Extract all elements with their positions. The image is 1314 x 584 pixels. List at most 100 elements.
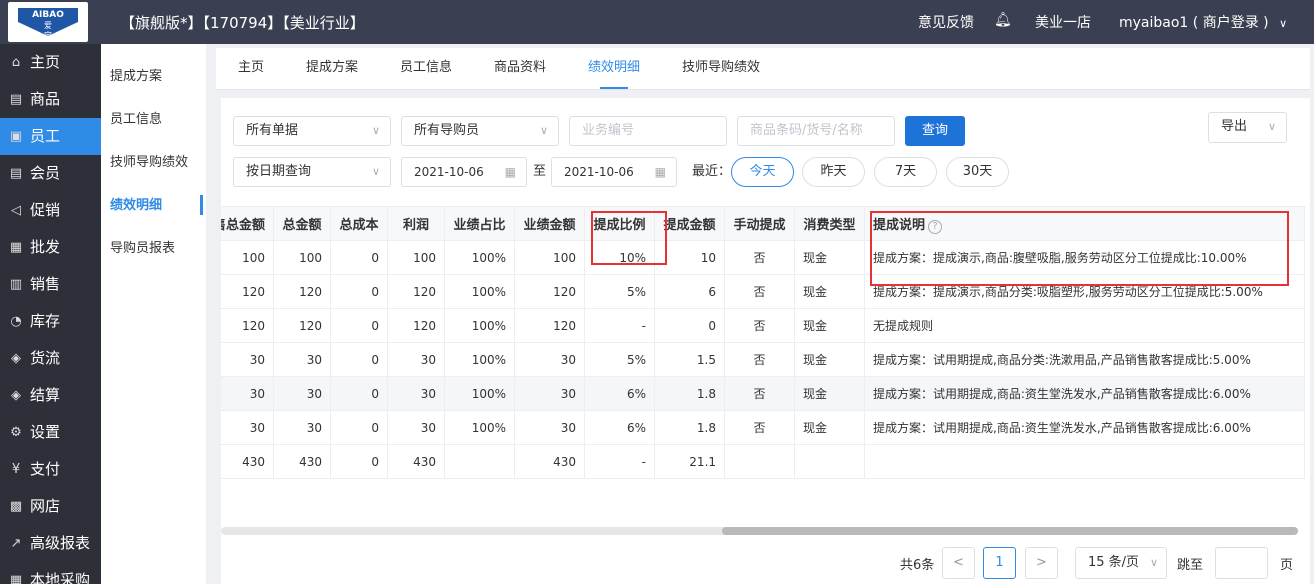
table-cell: 0	[330, 308, 389, 343]
sidebar-item-2[interactable]: ▣ 员工	[0, 118, 101, 155]
subnav-item-0[interactable]: 提成方案	[101, 55, 206, 98]
table-cell: 5%	[584, 342, 656, 377]
calendar-icon: ▦	[654, 165, 666, 179]
quick-date-button-2[interactable]: 7天	[874, 157, 937, 187]
table-cell	[444, 444, 516, 479]
table-cell: -	[584, 444, 656, 479]
column-header-label: 业绩金额	[523, 218, 576, 233]
sidebar-item-7[interactable]: ◔ 库存	[0, 303, 101, 340]
table-cell: 提成方案：试用期提成,商品:资生堂洗发水,产品销售散客提成比:6.00%	[864, 410, 1306, 445]
subnav-item-2[interactable]: 技师导购绩效	[101, 141, 206, 184]
tab-0[interactable]: 主页	[238, 48, 264, 89]
guide-select[interactable]: 所有导购员 ∨	[401, 116, 559, 146]
biz-no-input[interactable]: 业务编号	[569, 116, 727, 146]
user-menu[interactable]: myaibao1 ( 商户登录 ) ∨	[1119, 12, 1287, 32]
sidebar-icon: ◈	[11, 351, 21, 366]
scrollbar-thumb[interactable]	[722, 527, 1298, 535]
bell-icon[interactable]: 🔔︎	[994, 12, 1012, 28]
sidebar-icon: ▦	[9, 240, 23, 255]
subnav-item-4[interactable]: 导购员报表	[101, 227, 206, 270]
prev-page-button[interactable]: <	[942, 547, 975, 579]
sidebar-item-9[interactable]: ◈ 结算	[0, 377, 101, 414]
sidebar-item-label: 设置	[30, 423, 61, 441]
sidebar-item-8[interactable]: ◈ 货流	[0, 340, 101, 377]
quick-date-button-1[interactable]: 昨天	[802, 157, 865, 187]
table-cell: 100	[221, 240, 275, 275]
sidebar-item-label: 支付	[30, 460, 61, 478]
table-cell: 0	[330, 376, 389, 411]
column-header-label: 消费类型	[803, 218, 856, 233]
query-button[interactable]: 查询	[905, 116, 965, 146]
sidebar-item-13[interactable]: ↗ 高级报表	[0, 525, 101, 562]
next-page-button[interactable]: >	[1025, 547, 1058, 579]
sidebar-item-11[interactable]: ¥ 支付	[0, 451, 101, 488]
quick-date-button-3[interactable]: 30天	[946, 157, 1009, 187]
tab-3[interactable]: 商品资料	[494, 48, 546, 89]
aibao-logo[interactable]: AIBAO 爱宝	[8, 2, 88, 42]
column-header[interactable]: 消费类型	[794, 206, 866, 241]
table-cell: 现金	[794, 240, 866, 275]
store-switch[interactable]: 美业一店	[1035, 12, 1091, 32]
column-header[interactable]: 业绩金额	[514, 206, 586, 241]
table-cell: 30	[514, 410, 586, 445]
sidebar-item-1[interactable]: ▤ 商品	[0, 81, 101, 118]
sidebar-icon: ↗	[10, 536, 22, 551]
column-header[interactable]: 零售总金额	[221, 206, 275, 241]
table-row[interactable]: 120 120 0 120 100% 120-0 否现金 无提成规则	[221, 308, 1306, 343]
date-from-input[interactable]: 2021-10-06 ▦	[401, 157, 527, 187]
table-cell: 100%	[444, 376, 516, 411]
table-cell: 现金	[794, 342, 866, 377]
quick-date-button-0[interactable]: 今天	[731, 157, 794, 187]
column-header[interactable]: 手动提成	[724, 206, 796, 241]
page-size-select[interactable]: 15 条/页 ∨	[1075, 547, 1167, 579]
table-row[interactable]: 30 30 0 30 100% 30 5% 1.5 否现金 提成方案：试用期提成,商品分类:洗漱用…	[221, 342, 1306, 377]
sidebar-item-6[interactable]: ▥ 销售	[0, 266, 101, 303]
sidebar-item-10[interactable]: ⚙ 设置	[0, 414, 101, 451]
table-cell: 430	[221, 444, 275, 479]
tab-4[interactable]: 绩效明细	[588, 48, 640, 89]
sidebar-item-14[interactable]: ▦ 本地采购	[0, 562, 101, 584]
sidebar-item-label: 销售	[30, 275, 61, 293]
goods-search-input[interactable]: 商品条码/货号/名称	[737, 116, 895, 146]
goto-page-input[interactable]	[1215, 547, 1268, 579]
table-cell	[864, 444, 1306, 479]
sidebar-item-12[interactable]: ▩ 网店	[0, 488, 101, 525]
tab-1[interactable]: 提成方案	[306, 48, 358, 89]
tab-5[interactable]: 技师导购绩效	[682, 48, 760, 89]
table-cell: 120	[273, 308, 332, 343]
order-type-select[interactable]: 所有单据 ∨	[233, 116, 391, 146]
sidebar-item-5[interactable]: ▦ 批发	[0, 229, 101, 266]
table-cell: 100%	[444, 274, 516, 309]
sidebar-item-0[interactable]: ⌂ 主页	[0, 44, 101, 81]
table-row[interactable]: 430 430 0 430 430-21.1	[221, 444, 1306, 479]
column-header[interactable]: 业绩占比	[444, 206, 516, 241]
table-cell: 430	[273, 444, 332, 479]
calendar-icon: ▦	[504, 165, 516, 179]
date-mode-select[interactable]: 按日期查询 ∨	[233, 157, 391, 187]
table-row[interactable]: 30 30 0 30 100% 30 6% 1.8 否现金 提成方案：试用期提成,商品:资生堂洗发…	[221, 376, 1306, 411]
sidebar-item-label: 货流	[30, 349, 61, 367]
column-header[interactable]: 利润	[387, 206, 446, 241]
table-cell	[794, 444, 866, 479]
feedback-link[interactable]: 意见反馈	[918, 12, 974, 32]
table-cell: 0	[654, 308, 726, 343]
subnav-item-3[interactable]: 绩效明细	[101, 184, 206, 227]
table-cell: 100	[387, 240, 446, 275]
column-header[interactable]: 总成本	[330, 206, 389, 241]
page-1-button[interactable]: 1	[983, 547, 1016, 579]
date-to-input[interactable]: 2021-10-06 ▦	[551, 157, 677, 187]
table-cell: 100	[273, 240, 332, 275]
subnav-item-1[interactable]: 员工信息	[101, 98, 206, 141]
tab-2[interactable]: 员工信息	[400, 48, 452, 89]
sidebar-item-4[interactable]: ◁ 促销	[0, 192, 101, 229]
column-header-label: 手动提成	[733, 218, 786, 233]
page-size-value: 15 条/页	[1088, 555, 1140, 570]
column-header[interactable]: 总金额	[273, 206, 332, 241]
table-row[interactable]: 30 30 0 30 100% 30 6% 1.8 否现金 提成方案：试用期提成,商品:资生堂洗发…	[221, 410, 1306, 445]
sidebar-item-3[interactable]: ▤ 会员	[0, 155, 101, 192]
export-button[interactable]: 导出 ∨	[1208, 112, 1287, 143]
table-cell: 0	[330, 274, 389, 309]
column-header-label: 业绩占比	[453, 218, 506, 233]
table-cell: 1.5	[654, 342, 726, 377]
table-cell: 无提成规则	[864, 308, 1306, 343]
